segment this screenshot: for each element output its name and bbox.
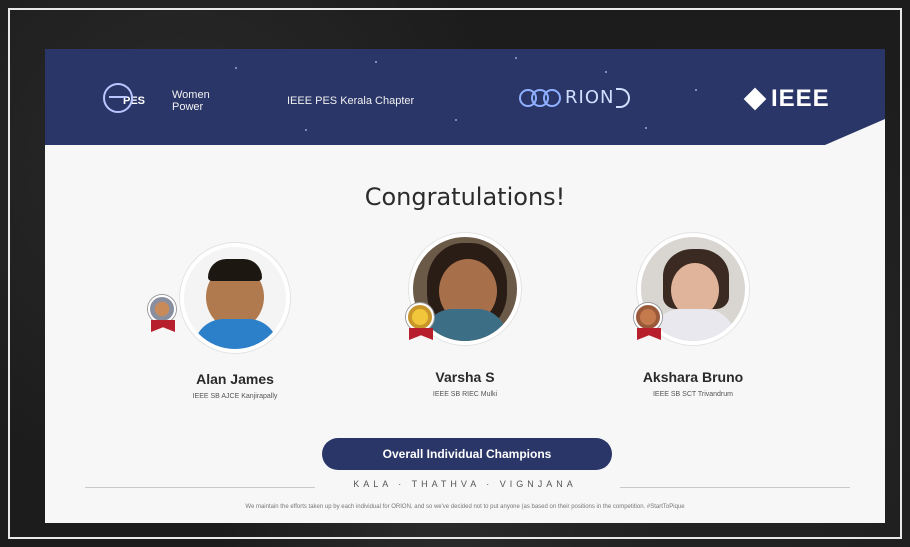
winner-name: Alan James bbox=[196, 371, 274, 387]
page-title: Congratulations! bbox=[364, 183, 566, 211]
winner-school: IEEE SB AJCE Kanjirapally bbox=[192, 393, 278, 400]
certificate-card: PES Women Power IEEE PES Kerala Chapter … bbox=[45, 49, 885, 523]
women-power-logo: Women Power bbox=[172, 89, 210, 113]
winner-name: Varsha S bbox=[435, 369, 495, 385]
champions-badge: Overall Individual Champions bbox=[322, 438, 612, 470]
header-banner: PES Women Power IEEE PES Kerala Chapter … bbox=[45, 49, 885, 145]
pes-logo: PES bbox=[103, 81, 157, 115]
chapter-label: IEEE PES Kerala Chapter bbox=[287, 95, 415, 107]
winner-school: IEEE SB RIEC Mulki bbox=[432, 391, 498, 398]
ieee-diamond-icon bbox=[743, 87, 767, 111]
tagline: KALA · THATHVA · VIGNJANA bbox=[353, 479, 577, 489]
winner-card-2: Varsha S IEEE SB RIEC Mulki bbox=[370, 233, 560, 398]
gold-medal-icon bbox=[406, 303, 436, 343]
winner-card-3: Akshara Bruno IEEE SB SCT Trivandrum bbox=[598, 233, 788, 398]
avatar bbox=[180, 243, 290, 353]
globe-icon bbox=[103, 83, 133, 113]
orion-logo: RION bbox=[519, 87, 631, 108]
winner-school: IEEE SB SCT Trivandrum bbox=[652, 391, 733, 398]
bronze-medal-icon bbox=[634, 303, 664, 343]
orion-rings-icon bbox=[519, 88, 561, 107]
footer-note: We maintain the efforts taken up by each… bbox=[245, 504, 685, 510]
winner-name: Akshara Bruno bbox=[642, 369, 744, 385]
silver-medal-icon bbox=[148, 295, 178, 335]
winner-card-1: Alan James IEEE SB AJCE Kanjirapally bbox=[140, 233, 330, 400]
ieee-logo: IEEE bbox=[743, 85, 830, 113]
banner-corner-cut bbox=[825, 119, 885, 145]
